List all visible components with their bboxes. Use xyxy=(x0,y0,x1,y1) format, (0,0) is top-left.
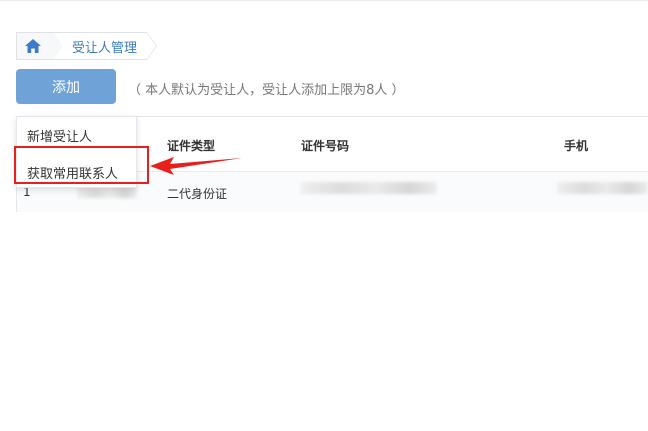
highlight-box xyxy=(14,146,149,184)
top-divider xyxy=(0,0,648,1)
breadcrumb-current[interactable]: 受让人管理 xyxy=(54,32,158,60)
column-header-id-number: 证件号码 xyxy=(301,139,350,153)
pointer-arrow-icon xyxy=(150,157,242,175)
menu-item-new-assignee[interactable]: 新增受让人 xyxy=(27,126,92,145)
blurred-phone xyxy=(557,182,648,194)
breadcrumb-current-label: 受让人管理 xyxy=(72,40,138,56)
column-header-id-type: 证件类型 xyxy=(167,139,216,153)
add-button[interactable]: 添加 xyxy=(16,69,116,104)
home-icon xyxy=(24,39,41,53)
column-header-phone: 手机 xyxy=(564,139,589,153)
add-button-label: 添加 xyxy=(52,79,80,96)
row-id-type: 二代身份证 xyxy=(167,187,228,201)
breadcrumb: 受让人管理 xyxy=(16,32,158,60)
breadcrumb-home[interactable] xyxy=(16,32,64,60)
add-limit-hint: （ 本人默认为受让人，受让人添加上限为8人 ） xyxy=(128,83,405,98)
blurred-id-number xyxy=(301,182,437,194)
